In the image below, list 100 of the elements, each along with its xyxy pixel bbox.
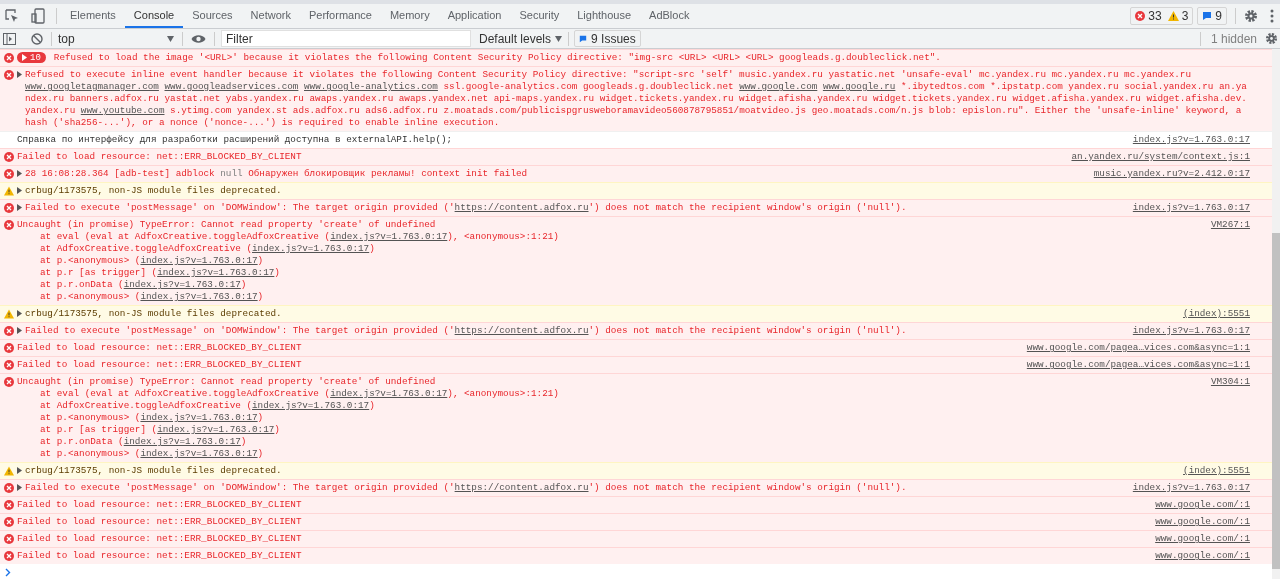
sidebar-toggle-icon[interactable] [3, 32, 16, 45]
stack-trace-line: at AdfoxCreative.toggleAdfoxCreative (index.js?v=1.763.0:17) [39, 400, 376, 412]
panel-tab[interactable]: AdBlock [640, 4, 699, 28]
device-icon[interactable] [31, 8, 45, 24]
source-link[interactable]: www.google.com/:1 [1155, 516, 1250, 528]
link[interactable]: index.js?v=1.763.0:17 [123, 279, 241, 290]
context-select[interactable]: top [58, 29, 178, 48]
panel-tab[interactable]: Performance [299, 4, 381, 28]
expand-arrow-icon[interactable] [17, 204, 22, 211]
source-link[interactable]: www.google.com/:1 [1155, 533, 1250, 545]
stack-trace-line: at p.r [as trigger] (index.js?v=1.763.0:17) [39, 267, 281, 279]
source-link[interactable]: www.google.com/:1 [1155, 550, 1250, 562]
panel-tab[interactable]: Security [510, 4, 569, 28]
link[interactable]: https://content.adfox.ru [454, 325, 589, 336]
stack-trace-line: at p.r.onData (index.js?v=1.763.0:17) [39, 279, 248, 291]
link[interactable]: www.youtube.com [80, 105, 165, 116]
filter-field[interactable]: Filter [221, 30, 471, 47]
source-link[interactable]: (index):5551 [1183, 465, 1250, 477]
console-message: crbug/1173575, non-JS module files deprecated. [25, 185, 283, 197]
source-link[interactable]: (index):5551 [1183, 308, 1250, 320]
console-message: Справка по интерфейсу для разработки расширений доступна в externalAPI.help(); [17, 134, 454, 146]
panel-tab[interactable]: Lighthouse [568, 4, 641, 28]
link[interactable]: index.js?v=1.763.0:17 [140, 412, 258, 423]
error-icon [4, 343, 14, 353]
levels-dropdown[interactable]: Default levels [479, 29, 563, 48]
clear-console-icon[interactable] [31, 32, 43, 45]
panel-tab[interactable]: Network [241, 4, 300, 28]
expand-arrow-icon[interactable] [17, 484, 22, 491]
source-link[interactable]: index.js?v=1.763.0:17 [1132, 134, 1250, 146]
console-message: Failed to execute 'postMessage' on 'DOMWindow': The target origin provided ('https://content.adfox.ru') does not match the recipient window's origin ('null'). [25, 202, 908, 214]
link[interactable]: index.js?v=1.763.0:17 [157, 424, 275, 435]
caret-icon [555, 35, 563, 42]
stack-trace-line: at p.r.onData (index.js?v=1.763.0:17) [39, 436, 248, 448]
panel-tab[interactable]: Elements [61, 4, 125, 28]
link[interactable]: index.js?v=1.763.0:17 [252, 243, 370, 254]
stack-trace-line: at eval (eval at AdfoxCreative.toggleAdfoxCreative (index.js?v=1.763.0:17), <anonymous>:1:21) [39, 231, 560, 243]
settings-icon[interactable] [1265, 32, 1278, 45]
link[interactable]: index.js?v=1.763.0:17 [123, 436, 241, 447]
scrollbar-thumb[interactable] [1272, 233, 1280, 569]
console-message: Failed to load resource: net::ERR_BLOCKED_BY_CLIENT [17, 499, 303, 511]
link[interactable]: www.google-analytics.com [304, 81, 438, 92]
link[interactable]: www.googletagmanager.com [25, 81, 159, 92]
count-badge[interactable]: 10 [17, 52, 46, 63]
panel-tab[interactable]: Memory [380, 4, 439, 28]
error-icon [4, 517, 14, 527]
issues-button[interactable]: 9 Issues [574, 30, 641, 47]
link[interactable]: index.js?v=1.763.0:17 [330, 231, 448, 242]
console-message: Uncaught (in promise) TypeError: Cannot read property 'create' of undefined [17, 219, 437, 231]
error-icon [1135, 11, 1146, 21]
link[interactable]: index.js?v=1.763.0:17 [140, 291, 258, 302]
link[interactable]: index.js?v=1.763.0:17 [330, 388, 448, 399]
console-message: 28 16:08:28.364 [adb-test] adblock null Обнаружен блокировщик рекламы! context init failed [25, 168, 529, 180]
error-icon [4, 152, 14, 162]
stack-trace-line: at p.<anonymous> (index.js?v=1.763.0:17) [39, 448, 265, 460]
hidden-count: 1 hidden [1210, 30, 1257, 48]
link[interactable]: www.googleadservices.com [164, 81, 299, 92]
console-message: Failed to load resource: net::ERR_BLOCKED_BY_CLIENT [17, 151, 303, 163]
expand-arrow-icon[interactable] [17, 187, 22, 194]
console-message: Failed to execute 'postMessage' on 'DOMWindow': The target origin provided ('https://content.adfox.ru') does not match the recipient window's origin ('null'). [25, 325, 908, 337]
error-icon [4, 534, 14, 544]
source-link[interactable]: index.js?v=1.763.0:17 [1132, 482, 1250, 494]
warning-icon [1167, 11, 1179, 21]
console-message: Failed to load resource: net::ERR_BLOCKED_BY_CLIENT [17, 342, 303, 354]
expand-arrow-icon[interactable] [17, 71, 22, 78]
link[interactable]: index.js?v=1.763.0:17 [157, 267, 275, 278]
error-icon [4, 551, 14, 561]
link[interactable]: index.js?v=1.763.0:17 [252, 400, 370, 411]
source-link[interactable]: index.js?v=1.763.0:17 [1132, 202, 1250, 214]
panel-tab[interactable]: Sources [183, 4, 242, 28]
warning-count: 3 [1181, 8, 1189, 25]
inspect-icon[interactable] [5, 9, 19, 23]
panel-tab[interactable]: Application [438, 4, 511, 28]
error-icon [4, 53, 14, 63]
source-link[interactable]: www.google.com/pagea…vices.com&async=1:1 [1026, 342, 1250, 354]
more-menu-icon[interactable] [1270, 9, 1274, 23]
link[interactable]: index.js?v=1.763.0:17 [140, 255, 258, 266]
prompt-icon[interactable] [5, 567, 11, 577]
source-link[interactable]: an.yandex.ru/system/context.js:1 [1071, 151, 1250, 163]
link[interactable]: https://content.adfox.ru [454, 482, 589, 493]
expand-arrow-icon[interactable] [17, 170, 22, 177]
source-link[interactable]: VM304:1 [1210, 376, 1250, 388]
expand-arrow-icon[interactable] [17, 467, 22, 474]
link[interactable]: index.js?v=1.763.0:17 [140, 448, 258, 459]
eye-icon[interactable] [191, 33, 206, 44]
error-icon [4, 220, 14, 230]
error-icon [4, 360, 14, 370]
console-message: Refused to execute inline event handler because it violates the following Content Security Policy directive: "script-src 'self' music.yandex.ru yastatic.net 'unsafe-eval' mc.yandex.ru mc.yandex.ru mc.yandex.ru www.googletagmanager.com www.googleadservices.com www.google-analytics.com ssl.google-analytics.com googleads.g.doubleclick.net www.google.com www.google.ru *.ibytedtos.com *.ipstatp.com yandex.ru social.yandex.ru an.yandex.ru banners.adfox.ru yastat.net yabs.yandex.ru awaps.yandex.ru awaps.yandex.net api-maps.yandex.ru widget.tickets.yandex.ru widget.afisha.yandex.ru widget.tickets.yandex.ru widget.afisha.yandex.ru widget.afisha.dev.yandex.ru www.youtube.com s.ytimg.com yandex.st ads.adfox.ru ads6.adfox.ru z.moatads.com/publicispgrusweboramavideo560878795851/moatvideo.js geo.moatads.com/n.js blob: epislon.ru". Either the 'unsafe-inline' keyword, a hash ('sha256-...'), or a nonce ('nonce-...') is required to enable inline execution. [25, 69, 1248, 129]
settings-icon[interactable] [1244, 9, 1258, 23]
link[interactable]: www.google.ru [822, 81, 896, 92]
expand-arrow-icon[interactable] [17, 310, 22, 317]
source-link[interactable]: index.js?v=1.763.0:17 [1132, 325, 1250, 337]
issues-icon [1202, 11, 1213, 21]
link[interactable]: https://content.adfox.ru [454, 202, 589, 213]
source-link[interactable]: VM267:1 [1210, 219, 1250, 231]
source-link[interactable]: music.yandex.ru?v=2.412.0:17 [1093, 168, 1250, 180]
source-link[interactable]: www.google.com/:1 [1155, 499, 1250, 511]
source-link[interactable]: www.google.com/pagea…vices.com&async=1:1 [1026, 359, 1250, 371]
expand-arrow-icon[interactable] [17, 327, 22, 334]
stack-trace-line: at eval (eval at AdfoxCreative.toggleAdfoxCreative (index.js?v=1.763.0:17), <anonymous>:1:21) [39, 388, 560, 400]
link[interactable]: www.google.com [739, 81, 818, 92]
